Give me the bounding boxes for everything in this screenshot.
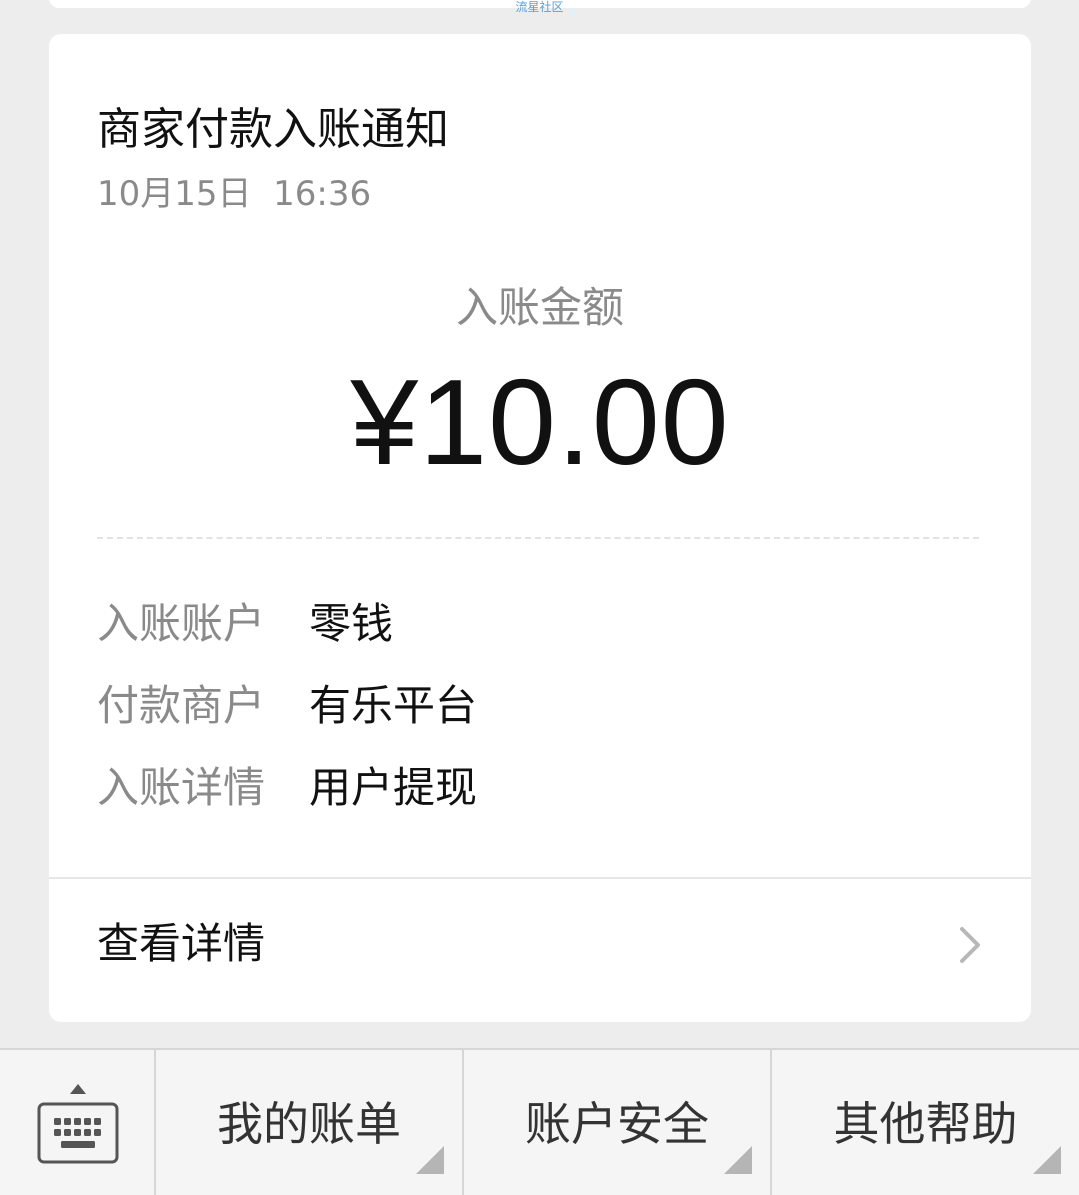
view-details-label: 查看详情 <box>97 919 266 968</box>
menu-label: 其他帮助 <box>833 1097 1018 1151</box>
keyboard-icon <box>37 1102 119 1168</box>
notification-title: 商家付款入账通知 <box>97 104 449 155</box>
amount-value: ¥10.00 <box>350 354 730 490</box>
payment-notification-card[interactable]: 商家付款入账通知 10月15日 16:36 入账金额 ¥10.00 入账账户 零… <box>49 34 1031 1022</box>
caret-up-icon <box>69 1080 87 1099</box>
bottom-menu-bar: 我的账单 账户安全 其他帮助 <box>0 1048 1079 1195</box>
detail-key: 入账账户 <box>97 599 266 648</box>
detail-value: 用户提现 <box>309 763 478 812</box>
menu-account-security[interactable]: 账户安全 <box>464 1050 770 1195</box>
detail-key: 付款商户 <box>97 681 266 730</box>
watermark: 流星社区 <box>515 0 564 14</box>
detail-value: 零钱 <box>309 599 394 648</box>
menu-label: 账户安全 <box>525 1097 709 1151</box>
menu-my-bills[interactable]: 我的账单 <box>156 1050 462 1195</box>
keyboard-toggle-button[interactable] <box>0 1050 154 1195</box>
notification-datetime: 10月15日 16:36 <box>97 174 372 214</box>
detail-value: 有乐平台 <box>309 681 478 730</box>
amount-label: 入账金额 <box>455 283 624 332</box>
view-details-link[interactable]: 查看详情 <box>49 879 1031 1022</box>
submenu-corner-icon <box>1033 1146 1061 1178</box>
dashed-divider <box>97 537 979 539</box>
menu-other-help[interactable]: 其他帮助 <box>772 1050 1079 1195</box>
chevron-right-icon <box>954 925 984 969</box>
detail-key: 入账详情 <box>97 763 266 812</box>
submenu-corner-icon <box>724 1146 752 1178</box>
menu-label: 我的账单 <box>217 1097 401 1151</box>
submenu-corner-icon <box>416 1146 444 1178</box>
